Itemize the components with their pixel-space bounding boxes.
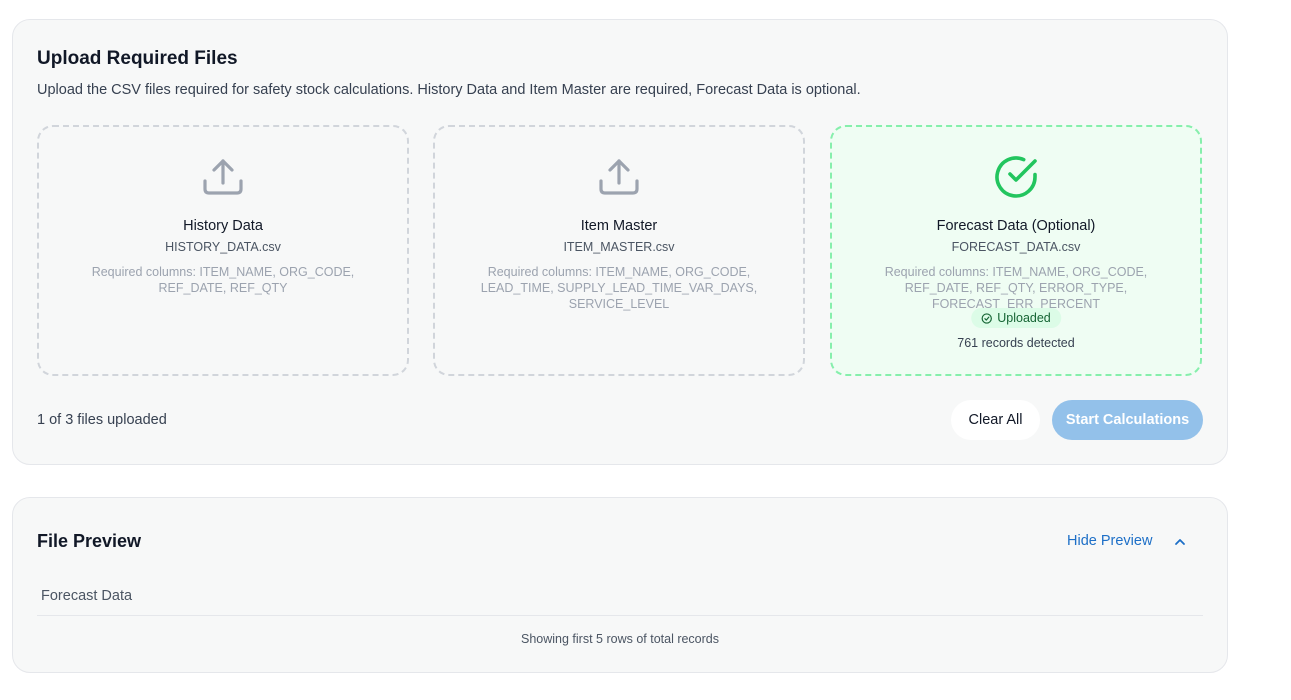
uploaded-badge: Uploaded xyxy=(971,308,1061,328)
chevron-up-icon[interactable] xyxy=(1173,535,1187,549)
start-calculations-button[interactable]: Start Calculations xyxy=(1052,400,1203,440)
upload-description: Upload the CSV files required for safety… xyxy=(37,82,861,98)
dropzone-name: History Data xyxy=(183,218,263,234)
dropzone-name: Item Master xyxy=(580,218,658,234)
dropzone-required-columns: Required columns: ITEM_NAME, ORG_CODE, L… xyxy=(480,265,758,311)
hide-preview-button[interactable]: Hide Preview xyxy=(1067,533,1152,549)
divider xyxy=(37,615,1203,616)
check-circle-icon xyxy=(995,156,1037,198)
preview-tab-forecast-data[interactable]: Forecast Data xyxy=(41,588,132,604)
dropzone-item-master[interactable]: Item Master ITEM_MASTER.csv Required col… xyxy=(433,125,805,376)
files-uploaded-count: 1 of 3 files uploaded xyxy=(37,412,167,428)
upload-title: Upload Required Files xyxy=(37,48,238,69)
clear-all-button[interactable]: Clear All xyxy=(951,400,1040,440)
dropzone-history-data[interactable]: History Data HISTORY_DATA.csv Required c… xyxy=(37,125,409,376)
dropzone-name: Forecast Data (Optional) xyxy=(936,218,1096,234)
preview-footer: Showing first 5 rows of total records xyxy=(521,632,719,646)
dropzone-filename: FORECAST_DATA.csv xyxy=(951,240,1081,254)
check-circle-small-icon xyxy=(981,312,992,324)
dropzone-filename: ITEM_MASTER.csv xyxy=(563,240,675,254)
records-detected: 761 records detected xyxy=(957,336,1075,350)
preview-title: File Preview xyxy=(37,531,142,551)
upload-icon xyxy=(203,159,243,195)
upload-card: Upload Required Files Upload the CSV fil… xyxy=(12,19,1228,465)
dropzone-required-columns: Required columns: ITEM_NAME, ORG_CODE, R… xyxy=(91,265,355,295)
dropzone-required-columns: Required columns: ITEM_NAME, ORG_CODE, R… xyxy=(884,265,1148,311)
uploaded-badge-label: Uploaded xyxy=(997,311,1051,325)
dropzone-filename: HISTORY_DATA.csv xyxy=(165,240,281,254)
dropzone-forecast-data[interactable]: Forecast Data (Optional) FORECAST_DATA.c… xyxy=(830,125,1202,376)
upload-icon xyxy=(599,159,639,195)
file-preview-card: File Preview Hide Preview Forecast Data … xyxy=(12,497,1228,673)
